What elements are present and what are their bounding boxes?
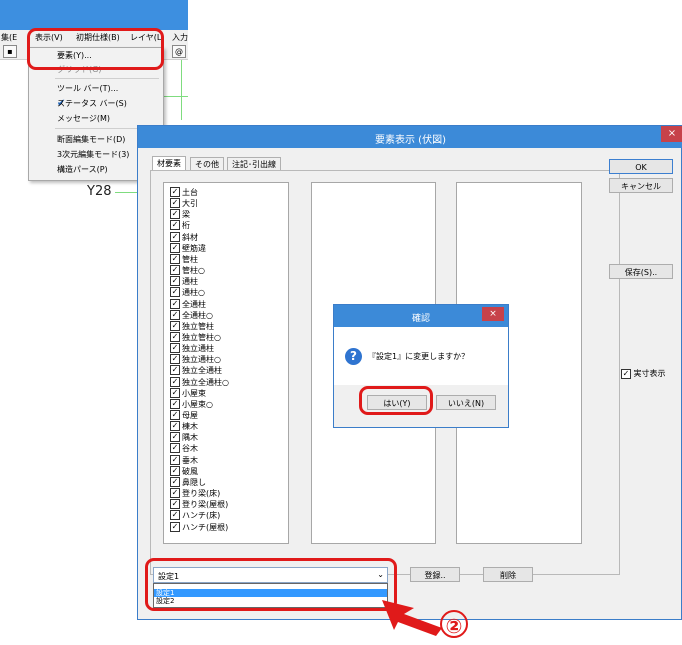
- checkbox[interactable]: ✓: [170, 287, 180, 298]
- element-label: 全通柱○: [182, 310, 213, 320]
- element-label: ハンチ(屋根): [182, 522, 229, 532]
- checkbox[interactable]: ✓: [170, 499, 180, 510]
- checkbox[interactable]: ✓: [170, 187, 180, 197]
- element-label: 小屋束○: [182, 399, 213, 409]
- checkbox[interactable]: ✓: [170, 198, 180, 209]
- element-label: 通柱: [182, 277, 198, 287]
- element-label: 棟木: [182, 422, 198, 432]
- checkbox[interactable]: ✓: [170, 521, 180, 532]
- menu-item-statusbar[interactable]: ✔ ステータス バー(S): [29, 96, 163, 110]
- checkbox[interactable]: ✓: [170, 376, 180, 387]
- question-icon: ?: [345, 348, 362, 365]
- checkbox[interactable]: ✓: [170, 265, 180, 276]
- checkbox[interactable]: ✓: [170, 510, 180, 521]
- element-label: 土台: [182, 188, 198, 197]
- checkbox[interactable]: ✓: [170, 421, 180, 432]
- confirm-titlebar: 確認 ×: [334, 305, 508, 327]
- element-label: 鼻隠し: [182, 477, 206, 487]
- checkbox[interactable]: ✓: [170, 476, 180, 487]
- checkbox[interactable]: ✓: [170, 410, 180, 420]
- element-label: 管柱: [182, 254, 198, 264]
- element-label: 登り梁(屋根): [182, 500, 229, 510]
- element-label: 管柱○: [182, 266, 205, 276]
- element-label: 独立通柱: [182, 344, 214, 354]
- annotation-highlight-yes: [359, 386, 433, 415]
- checkbox[interactable]: ✓: [170, 276, 180, 287]
- toolbar-icon[interactable]: ▪: [3, 45, 17, 58]
- element-label: 独立通柱○: [182, 355, 221, 365]
- element-list: ✓ 土台 ✓ 大引 ✓ 梁 ✓ 桁 ✓ 斜材 ✓ 壁筋違 ✓ 管柱 ✓ 管柱○ ✓ 通柱 ✓ 通柱○ ✓ 全通柱 ✓ 全通柱○…: [163, 182, 289, 544]
- step-number-badge: ②: [440, 610, 468, 638]
- cancel-button[interactable]: キャンセル: [609, 178, 673, 193]
- element-label: 登り梁(床): [182, 489, 221, 499]
- annotation-highlight-view-menu: [27, 28, 164, 70]
- annotation-highlight-preset: [145, 558, 397, 611]
- checkbox[interactable]: ✓: [621, 368, 631, 379]
- checkbox[interactable]: ✓: [170, 465, 180, 476]
- element-label: 独立全通柱○: [182, 377, 229, 387]
- element-label: 小屋束: [182, 388, 206, 398]
- element-label: 垂木: [182, 455, 198, 465]
- element-label: 大引: [182, 199, 198, 209]
- checkbox[interactable]: ✓: [170, 343, 180, 354]
- register-button[interactable]: 登録..: [410, 567, 460, 582]
- dialog-title: 要素表示 (伏図): [375, 135, 446, 146]
- element-label: 母屋: [182, 411, 198, 420]
- confirm-body: ? 『設定1』に変更しますか？: [334, 327, 508, 385]
- checkbox[interactable]: ✓: [170, 454, 180, 465]
- close-icon[interactable]: ×: [482, 307, 504, 321]
- no-button[interactable]: いいえ(N): [436, 395, 496, 410]
- annotation-arrow-icon: [382, 600, 442, 636]
- checkbox[interactable]: ✓: [170, 365, 180, 376]
- element-label: 破風: [182, 466, 198, 476]
- element-label: 谷木: [182, 444, 198, 454]
- checkbox[interactable]: ✓: [170, 253, 180, 264]
- checkbox[interactable]: ✓: [170, 387, 180, 398]
- element-label: ハンチ(床): [182, 511, 221, 521]
- checkbox[interactable]: ✓: [170, 331, 180, 342]
- checkbox[interactable]: ✓: [170, 242, 180, 253]
- menu-item-message[interactable]: メッセージ(M): [29, 111, 163, 125]
- checkbox[interactable]: ✓: [170, 354, 180, 365]
- ok-button[interactable]: OK: [609, 159, 673, 174]
- menu-edit[interactable]: 集(E: [1, 32, 17, 43]
- toolbar-icon[interactable]: @: [172, 45, 186, 58]
- menu-item-toolbar[interactable]: ツール バー(T)...: [29, 81, 163, 95]
- element-label: 隅木: [182, 433, 198, 443]
- checkbox[interactable]: ✓: [170, 298, 180, 309]
- checkbox[interactable]: ✓: [170, 432, 180, 443]
- checkbox[interactable]: ✓: [170, 220, 180, 231]
- checkbox[interactable]: ✓: [170, 209, 180, 220]
- element-label: 壁筋違: [182, 243, 206, 253]
- delete-button[interactable]: 削除: [483, 567, 533, 582]
- grid-line: [181, 60, 182, 120]
- checkbox[interactable]: ✓: [170, 443, 180, 454]
- checkbox[interactable]: ✓: [170, 309, 180, 320]
- app-titlebar: [0, 0, 188, 30]
- checkbox[interactable]: ✓: [170, 398, 180, 409]
- checkbox[interactable]: ✓: [170, 488, 180, 499]
- element-label: 独立全通柱: [182, 366, 222, 376]
- grid-label: Y28: [87, 184, 112, 199]
- actual-size-checkbox[interactable]: ✓ 実寸表示: [621, 368, 666, 379]
- element-label: 独立管柱: [182, 321, 214, 331]
- confirm-message: 『設定1』に変更しますか？: [368, 352, 470, 361]
- element-label: 全通柱: [182, 299, 206, 309]
- element-label: 斜材: [182, 232, 198, 242]
- checkbox[interactable]: ✓: [170, 320, 180, 331]
- menu-input[interactable]: 入力: [172, 32, 188, 43]
- element-label: 通柱○: [182, 288, 205, 298]
- grid-line: [115, 192, 137, 193]
- grid-line: [160, 96, 188, 97]
- element-label: 梁: [182, 210, 190, 220]
- element-label: 桁: [182, 221, 190, 231]
- close-icon[interactable]: ×: [661, 126, 682, 142]
- element-label: 独立管柱○: [182, 332, 221, 342]
- save-button[interactable]: 保存(S)..: [609, 264, 673, 279]
- dialog-titlebar: 要素表示 (伏図) ×: [138, 126, 682, 148]
- checkbox[interactable]: ✓: [170, 231, 180, 242]
